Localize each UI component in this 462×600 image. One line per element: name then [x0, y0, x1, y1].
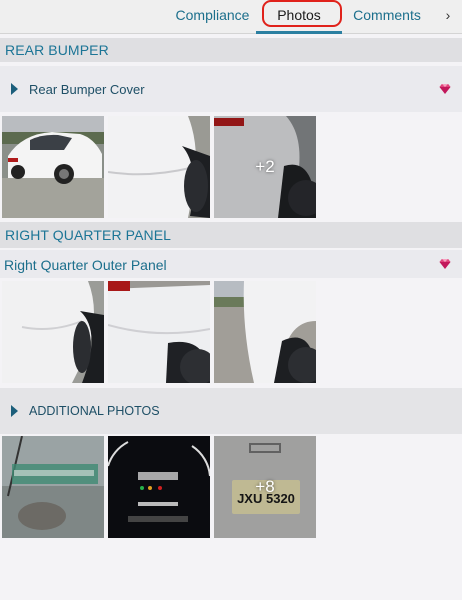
photo-row-rear-bumper: +2: [0, 116, 462, 220]
tab-compliance-label: Compliance: [175, 7, 250, 23]
section-title-rear-bumper: REAR BUMPER: [0, 38, 462, 62]
more-photos-count: +2: [255, 157, 275, 176]
photo-row-right-quarter-panel: [0, 281, 462, 385]
photo-thumbnail[interactable]: [108, 436, 210, 538]
damage-item-rear-bumper-cover[interactable]: Rear Bumper Cover: [0, 66, 462, 112]
gem-icon[interactable]: [439, 258, 451, 270]
photo-thumbnail-more[interactable]: +2: [214, 116, 316, 218]
photo-thumbnail[interactable]: [2, 116, 104, 218]
photo-thumbnail[interactable]: [2, 281, 104, 383]
tab-bar: Compliance Photos Comments ›: [0, 0, 462, 34]
damage-item-right-quarter-outer-panel[interactable]: Right Quarter Outer Panel: [0, 250, 462, 278]
photo-thumbnail[interactable]: [214, 281, 316, 383]
additional-photos-label: ADDITIONAL PHOTOS: [29, 404, 160, 418]
expand-triangle-icon[interactable]: [11, 83, 18, 95]
gem-icon[interactable]: [439, 83, 451, 95]
damage-item-label: Rear Bumper Cover: [29, 82, 145, 97]
photo-thumbnail[interactable]: [108, 116, 210, 218]
more-tabs-button[interactable]: ›: [436, 0, 460, 34]
damage-item-label: Right Quarter Outer Panel: [4, 257, 167, 273]
photo-thumbnail[interactable]: [2, 436, 104, 538]
expand-triangle-icon[interactable]: [11, 405, 18, 417]
photo-row-additional: JXU 5320 +8: [0, 436, 462, 540]
chevron-right-icon: ›: [445, 7, 451, 23]
section-title-right-quarter-panel: RIGHT QUARTER PANEL: [0, 222, 462, 248]
photo-thumbnail[interactable]: [108, 281, 210, 383]
tab-photos[interactable]: Photos: [256, 0, 342, 34]
additional-photos-header[interactable]: ADDITIONAL PHOTOS: [0, 388, 462, 434]
more-photos-count: +8: [255, 477, 275, 496]
tab-comments-label: Comments: [353, 7, 421, 23]
tab-comments[interactable]: Comments: [347, 0, 427, 34]
photo-thumbnail-more[interactable]: JXU 5320 +8: [214, 436, 316, 538]
tab-photos-label: Photos: [277, 7, 321, 23]
tab-compliance[interactable]: Compliance: [170, 0, 255, 34]
